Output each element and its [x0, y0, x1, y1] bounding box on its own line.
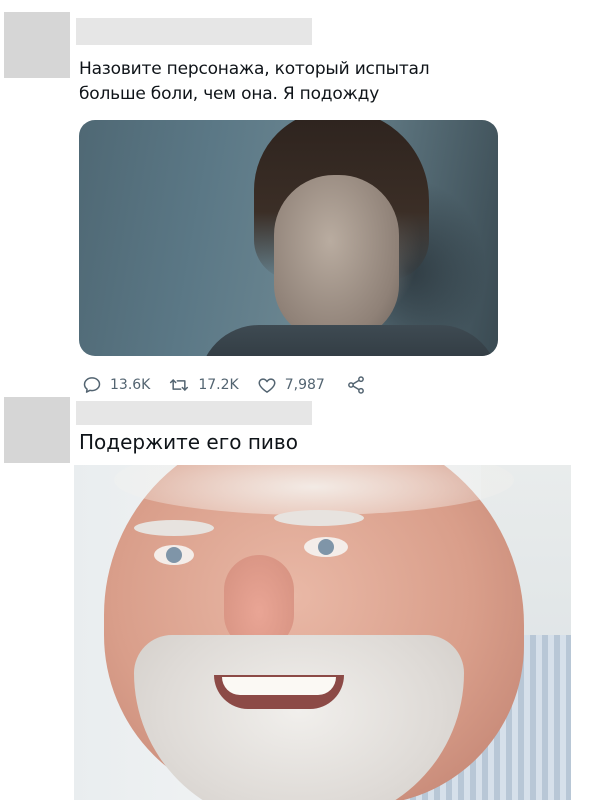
- tweet-image[interactable]: [79, 120, 498, 356]
- reply-icon: [83, 377, 101, 393]
- tweet-actions: 13.6K 17.2K 7,987: [82, 372, 393, 398]
- reply-avatar[interactable]: [4, 397, 70, 463]
- retweet-button[interactable]: 17.2K: [168, 375, 239, 395]
- like-button[interactable]: 7,987: [257, 375, 325, 395]
- image-right-brow: [274, 510, 364, 526]
- image-shoulder: [199, 325, 498, 356]
- image-beard: [134, 635, 464, 800]
- reply-author-name-redacted: [76, 401, 312, 425]
- retweet-icon: [170, 379, 189, 391]
- author-name-redacted: [76, 18, 312, 45]
- reply-count: 13.6K: [110, 377, 151, 393]
- reply-text: Подержите его пиво: [79, 430, 298, 454]
- share-button[interactable]: [345, 375, 375, 395]
- share-icon: [347, 376, 364, 394]
- like-icon: [258, 378, 276, 393]
- tweet-text-line-1: Назовите персонажа, который испытал: [79, 59, 430, 79]
- image-right-eye: [304, 537, 348, 557]
- reply-button[interactable]: 13.6K: [82, 375, 150, 395]
- retweet-count: 17.2K: [198, 377, 239, 393]
- image-left-brow: [134, 520, 214, 536]
- like-count: 7,987: [284, 377, 325, 393]
- image-teeth: [222, 677, 336, 695]
- avatar[interactable]: [4, 12, 70, 78]
- tweet-text-line-2: больше боли, чем она. Я подожду: [79, 84, 380, 104]
- image-face: [274, 175, 399, 340]
- image-left-eye: [154, 545, 194, 565]
- reply-image[interactable]: [74, 465, 571, 800]
- tweet-text: Назовите персонажа, который испытал боль…: [79, 57, 519, 107]
